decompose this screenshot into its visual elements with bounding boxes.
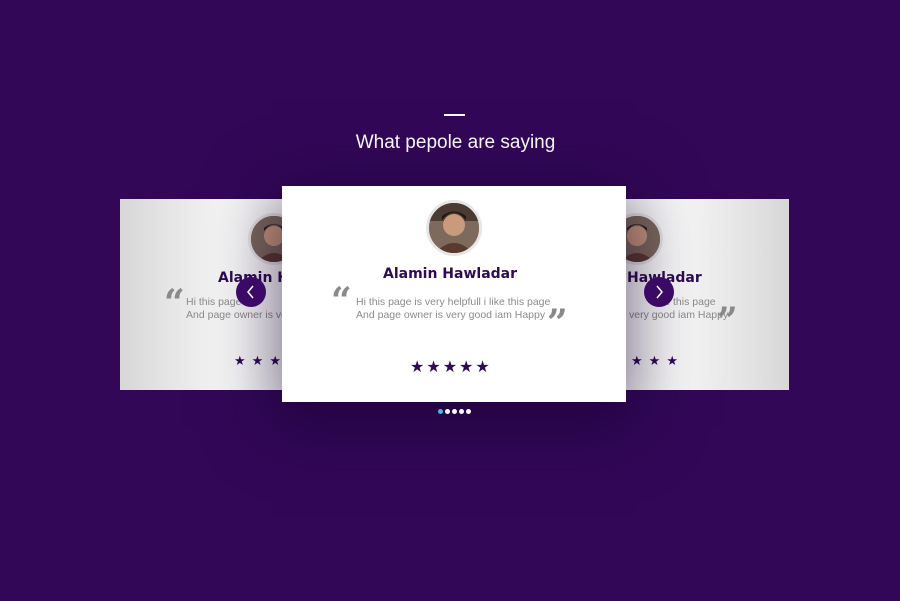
quote-open-icon: “ <box>164 282 185 324</box>
star-icon: ★ <box>410 359 425 376</box>
star-icon: ★ <box>269 353 281 368</box>
quote-open-icon: “ <box>331 280 352 322</box>
pagination-dot[interactable] <box>452 409 457 414</box>
pagination-dots <box>438 409 471 414</box>
star-icon: ★ <box>251 353 264 368</box>
star-icon: ★ <box>631 353 643 368</box>
rating-stars: ★ ★ ★ ★ ★ <box>410 360 490 376</box>
star-icon: ★ <box>442 359 458 376</box>
star-icon: ★ <box>426 359 441 376</box>
avatar <box>426 200 482 256</box>
avatar-image <box>429 203 479 253</box>
review-line-1: Hi this page <box>186 296 242 308</box>
star-icon: ★ <box>475 359 490 376</box>
star-icon: ★ <box>459 359 474 376</box>
star-icon: ★ <box>666 353 678 368</box>
quote-close-icon: ” <box>547 302 568 344</box>
review-line-2: And page owner is very good iam Happy <box>356 309 546 321</box>
chevron-right-icon <box>656 285 663 299</box>
pagination-dot[interactable] <box>438 409 443 414</box>
section-title: What pepole are saying <box>355 132 556 153</box>
pagination-dot[interactable] <box>459 409 464 414</box>
chevron-left-icon <box>247 285 254 299</box>
next-button[interactable] <box>644 277 674 307</box>
star-icon: ★ <box>648 353 661 368</box>
rating-stars: ★ ★ ★ <box>631 354 678 367</box>
prev-button[interactable] <box>236 277 266 307</box>
star-icon: ★ <box>234 353 246 368</box>
pagination-dot[interactable] <box>466 409 471 414</box>
pagination-dot[interactable] <box>445 409 450 414</box>
quote-close-icon: ” <box>717 300 738 342</box>
review-line-2: And page owner is ve <box>186 309 287 321</box>
rating-stars: ★ ★ ★ <box>234 354 281 367</box>
title-underline-dash <box>444 114 465 116</box>
testimonial-card-active: Alamin Hawladar “ Hi this page is very h… <box>282 186 626 402</box>
review-line-1: Hi this page is very helpfull i like thi… <box>356 296 551 308</box>
review-line-2: very good iam Happy <box>629 309 729 321</box>
